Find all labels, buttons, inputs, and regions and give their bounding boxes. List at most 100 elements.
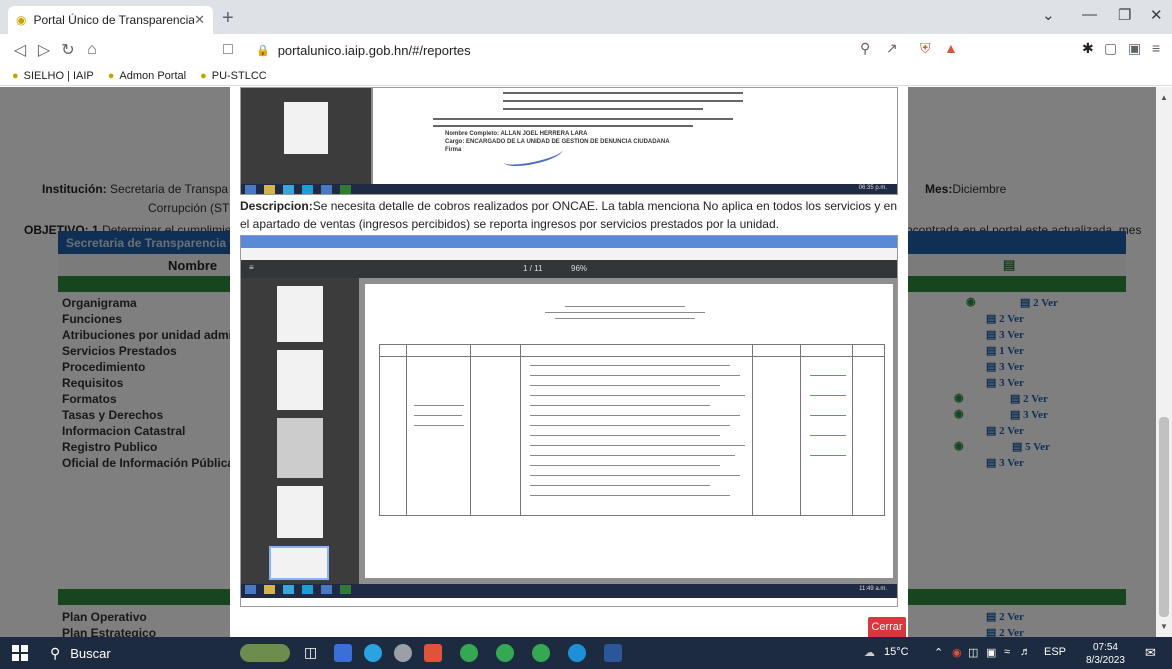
signature bbox=[501, 141, 565, 171]
tray-chevron-icon[interactable]: ⌃ bbox=[934, 646, 943, 659]
back-icon[interactable]: ◁ bbox=[8, 40, 32, 60]
rewards-icon[interactable]: ▲ bbox=[944, 40, 958, 56]
embedded-clock: 06:35 p.m. bbox=[858, 185, 887, 191]
page-thumbnail bbox=[277, 486, 323, 538]
tray-app-icon[interactable]: ◉ bbox=[952, 646, 962, 659]
tab-search-chevron-icon[interactable]: ⌄ bbox=[1042, 6, 1055, 24]
signer-name: Nombre Completo: ALLAN JOEL HERRERA LARA bbox=[445, 131, 588, 137]
volume-icon[interactable]: ♬ bbox=[1020, 646, 1031, 658]
scroll-down-icon[interactable]: ▼ bbox=[1160, 622, 1168, 631]
app-icon[interactable] bbox=[394, 644, 412, 662]
close-modal-button[interactable]: Cerrar bbox=[868, 617, 906, 639]
app-icon[interactable] bbox=[364, 644, 382, 662]
pdf-toolbar: ≡ 1 / 11 96% bbox=[241, 260, 897, 278]
temperature: 15°C bbox=[884, 646, 909, 658]
pdf-page bbox=[365, 284, 893, 578]
notifications-icon[interactable]: ✉ bbox=[1145, 645, 1156, 661]
scroll-up-icon[interactable]: ▲ bbox=[1160, 93, 1168, 102]
search-icon: ⚲ bbox=[50, 644, 61, 661]
pdf-zoom: 96% bbox=[571, 264, 588, 273]
new-tab-icon[interactable]: + bbox=[222, 7, 234, 30]
bookmark-admon-portal[interactable]: ● Admon Portal bbox=[108, 70, 186, 82]
embedded-taskbar: 06:35 p.m. bbox=[241, 184, 897, 194]
page-thumbnail bbox=[277, 286, 323, 342]
evidence-image-top: Nombre Completo: ALLAN JOEL HERRERA LARA… bbox=[240, 87, 898, 195]
page-thumbnail bbox=[277, 418, 323, 478]
thumbnail-sidebar bbox=[241, 88, 371, 184]
bookmark-favicon-icon: ● bbox=[200, 69, 207, 82]
tab-title: Portal Único de Transparencia bbox=[33, 13, 195, 27]
document-view: Nombre Completo: ALLAN JOEL HERRERA LARA… bbox=[371, 88, 897, 184]
clock-time: 07:54 bbox=[1092, 642, 1118, 653]
taskbar-search[interactable]: ⚲ Buscar bbox=[40, 639, 225, 667]
chrome-icon[interactable] bbox=[460, 644, 478, 662]
brave-browser-icon[interactable] bbox=[424, 644, 442, 662]
browser-tab[interactable]: ◉ Portal Único de Transparencia ✕ bbox=[8, 6, 213, 34]
tab-bar: ◉ Portal Único de Transparencia ✕ + ⌄ — … bbox=[0, 0, 1172, 34]
tray-app-icon[interactable]: ▣ bbox=[986, 646, 996, 659]
bookmark-pu-stlcc[interactable]: ● PU-STLCC bbox=[200, 70, 267, 82]
url-text: portalunico.iaip.gob.hn/#/reportes bbox=[277, 42, 471, 58]
bookmark-sielho[interactable]: ● SIELHO | IAIP bbox=[12, 70, 94, 82]
edge-icon[interactable] bbox=[568, 644, 586, 662]
address-bar[interactable]: 🔒 portalunico.iaip.gob.hn/#/reportes bbox=[256, 38, 816, 62]
maximize-icon[interactable]: ❐ bbox=[1118, 6, 1131, 24]
chrome-icon[interactable] bbox=[496, 644, 514, 662]
embedded-clock: 11:49 a.m. bbox=[859, 586, 887, 592]
windows-taskbar: ⚲ Buscar ◫ ☁ 15°C ⌃ ◉ ◫ ▣ ≈ ♬ ESP 07:54 … bbox=[0, 637, 1172, 669]
reload-icon[interactable]: ↻ bbox=[56, 40, 80, 60]
page-thumbnail-selected bbox=[269, 546, 329, 580]
scroll-thumb[interactable] bbox=[1159, 417, 1169, 617]
pdf-thumbnail-sidebar bbox=[241, 278, 359, 584]
close-window-icon[interactable]: ✕ bbox=[1150, 6, 1163, 24]
page-thumbnail bbox=[277, 350, 323, 410]
taskbar-clock[interactable]: 07:54 8/3/2023 bbox=[1086, 641, 1125, 667]
sidebar-icon[interactable]: ▢ bbox=[1104, 40, 1117, 57]
home-icon[interactable]: ⌂ bbox=[80, 41, 104, 59]
tray-app-icon[interactable]: ◫ bbox=[968, 646, 978, 659]
bookmark-icon[interactable]: □ bbox=[216, 41, 240, 59]
pdf-page-indicator: 1 / 11 bbox=[523, 264, 543, 273]
bookmarks-bar: ● SIELHO | IAIP ● Admon Portal ● PU-STLC… bbox=[0, 66, 1172, 86]
wifi-icon[interactable]: ≈ bbox=[1004, 646, 1010, 658]
evidence-modal: Nombre Completo: ALLAN JOEL HERRERA LARA… bbox=[230, 87, 908, 639]
word-icon[interactable] bbox=[604, 644, 622, 662]
windows-start-icon[interactable] bbox=[12, 645, 28, 661]
wallet-icon[interactable]: ▣ bbox=[1128, 40, 1141, 57]
pdf-document-view bbox=[359, 278, 897, 584]
document-page: Nombre Completo: ALLAN JOEL HERRERA LARA… bbox=[373, 88, 897, 184]
description-text: Se necesita detalle de cobros realizados… bbox=[240, 199, 898, 231]
pdf-menu-icon: ≡ bbox=[249, 263, 254, 272]
signer-cargo: Cargo: ENCARGADO DE LA UNIDAD DE GESTION… bbox=[445, 139, 670, 145]
embedded-taskbar: 11:49 a.m. bbox=[241, 584, 897, 598]
embedded-url-bar bbox=[241, 248, 897, 260]
bookmark-favicon-icon: ● bbox=[107, 69, 115, 82]
file-explorer-icon[interactable] bbox=[334, 644, 352, 662]
bookmark-favicon-icon: ● bbox=[12, 69, 19, 82]
chrome-icon[interactable] bbox=[532, 644, 550, 662]
description: Descripcion:Se necesita detalle de cobro… bbox=[240, 197, 900, 233]
site-favicon-icon: ◉ bbox=[16, 13, 27, 27]
minimize-icon[interactable]: — bbox=[1082, 6, 1097, 23]
language-indicator[interactable]: ESP bbox=[1044, 646, 1066, 658]
browser-toolbar: ◁ ▷ ↻ ⌂ □ 🔒 portalunico.iaip.gob.hn/#/re… bbox=[0, 34, 1172, 66]
weather-widget-icon[interactable] bbox=[240, 644, 290, 662]
menu-icon[interactable]: ≡ bbox=[1152, 40, 1160, 56]
extensions-icon[interactable]: ✱ bbox=[1082, 40, 1094, 57]
evidence-image-bottom: ≡ 1 / 11 96% 11:49 a.m. bbox=[240, 235, 898, 607]
zoom-icon[interactable]: ⚲ bbox=[860, 40, 870, 57]
weather-icon: ☁ bbox=[864, 647, 875, 659]
pdf-table bbox=[379, 344, 885, 516]
page-thumbnail bbox=[284, 102, 328, 154]
clock-date: 8/3/2023 bbox=[1086, 655, 1125, 666]
description-label: Descripcion: bbox=[240, 199, 313, 213]
lock-icon: 🔒 bbox=[256, 44, 270, 57]
task-view-icon[interactable]: ◫ bbox=[304, 644, 317, 661]
share-icon[interactable]: ↗ bbox=[886, 40, 898, 57]
signer-firma: Firma bbox=[445, 147, 462, 153]
close-tab-icon[interactable]: ✕ bbox=[194, 12, 205, 28]
forward-icon[interactable]: ▷ bbox=[32, 40, 56, 60]
embedded-browser-tabs bbox=[241, 236, 897, 248]
brave-shield-icon[interactable]: ⛨ bbox=[920, 40, 931, 57]
page-scrollbar[interactable]: ▲ ▼ bbox=[1156, 87, 1172, 637]
